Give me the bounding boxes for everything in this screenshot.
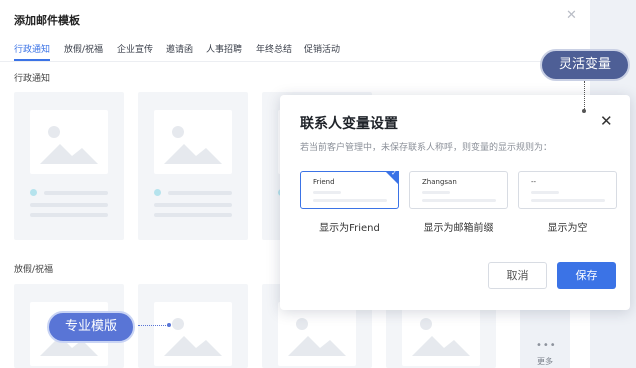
option-sample: Zhangsan (422, 178, 457, 186)
image-placeholder-icon (402, 302, 480, 366)
option-caption: 显示为空 (547, 223, 588, 234)
tab-company-promo[interactable]: 企业宣传 (117, 42, 153, 55)
tab-holiday[interactable]: 放假/祝福 (64, 42, 103, 55)
placeholder-line (531, 191, 559, 194)
tab-recruitment[interactable]: 人事招聘 (206, 42, 242, 55)
callout-flexible-variable: 灵活变量 (540, 49, 630, 81)
close-icon[interactable]: ✕ (566, 8, 577, 23)
more-label: 更多 (537, 357, 553, 366)
option-email-prefix[interactable]: Zhangsan (409, 171, 508, 209)
image-placeholder-icon (154, 110, 232, 174)
template-card[interactable] (14, 92, 124, 240)
cancel-button[interactable]: 取消 (488, 262, 547, 289)
template-dot (30, 189, 37, 196)
tab-year-end[interactable]: 年终总结 (256, 42, 292, 55)
placeholder-line (44, 191, 108, 195)
placeholder-line (154, 203, 232, 207)
option-caption: 显示为邮箱前缀 (423, 223, 494, 234)
dialog-title: 联系人变量设置 (300, 116, 398, 132)
tab-invitation[interactable]: 邀请函 (166, 42, 193, 55)
image-placeholder-icon (154, 302, 232, 366)
checkmark-icon: ✓ (391, 169, 397, 177)
option-sample: Friend (313, 178, 335, 186)
placeholder-line (531, 199, 605, 202)
save-button[interactable]: 保存 (557, 262, 616, 289)
image-placeholder-icon (278, 302, 356, 366)
placeholder-line (313, 199, 387, 202)
placeholder-line (168, 191, 232, 195)
panel-title: 添加邮件模板 (14, 14, 80, 27)
option-empty[interactable]: -- (518, 171, 617, 209)
tabs-divider (0, 61, 590, 62)
option-caption: 显示为Friend (319, 223, 380, 234)
image-placeholder-icon (30, 110, 108, 174)
callout-connector (138, 325, 168, 326)
more-dots-icon: ••• (536, 340, 557, 351)
close-icon[interactable]: ✕ (600, 112, 613, 130)
option-sample: -- (531, 178, 537, 186)
section-label-holiday: 放假/祝福 (14, 265, 54, 275)
more-templates-button[interactable]: ••• 更多 (520, 300, 570, 368)
contact-variable-dialog: 联系人变量设置 ✕ 若当前客户管理中，未保存联系人称呼，则变量的显示规则为： F… (280, 95, 630, 310)
callout-connector-dot (582, 109, 586, 113)
template-dot (154, 189, 161, 196)
placeholder-line (422, 191, 450, 194)
placeholder-line (30, 213, 108, 217)
option-friend[interactable]: Friend ✓ (300, 169, 399, 209)
dialog-description: 若当前客户管理中，未保存联系人称呼，则变量的显示规则为： (300, 143, 553, 153)
placeholder-line (422, 199, 496, 202)
callout-connector (584, 81, 585, 111)
placeholder-line (313, 191, 341, 194)
template-card[interactable] (138, 92, 248, 240)
callout-pro-template: 专业模版 (47, 311, 135, 343)
template-card[interactable] (138, 284, 248, 368)
tab-promotion[interactable]: 促销活动 (304, 42, 340, 55)
placeholder-line (154, 213, 232, 217)
tab-admin-notice[interactable]: 行政通知 (14, 42, 50, 55)
callout-connector-dot (167, 323, 171, 327)
section-label-admin: 行政通知 (14, 74, 51, 84)
placeholder-line (30, 203, 108, 207)
